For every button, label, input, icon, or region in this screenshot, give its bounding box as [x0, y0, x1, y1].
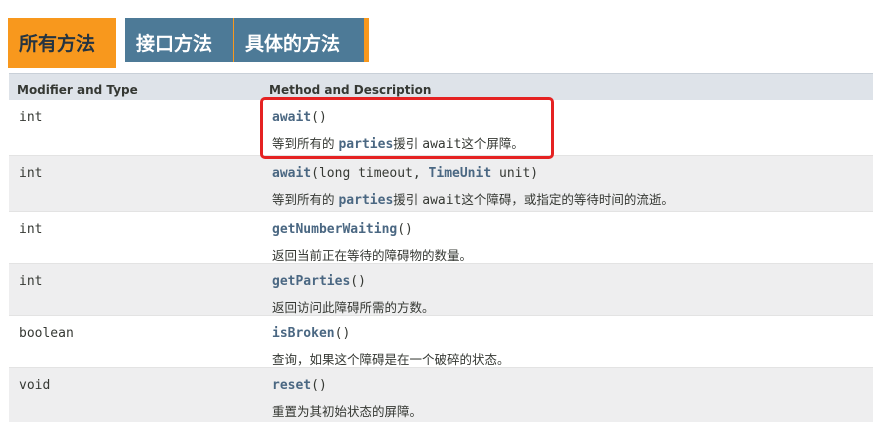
method-params: () [334, 326, 351, 341]
method-params-open: (long timeout, [311, 166, 429, 181]
desc-code-await: await [422, 137, 462, 152]
desc-code-await: await [422, 193, 462, 208]
method-link-getparties[interactable]: getParties [272, 274, 350, 289]
type-link-timeunit[interactable]: TimeUnit [429, 166, 492, 181]
method-params: () [350, 274, 366, 289]
table-row: int getParties() 返回访问此障碍所需的方数。 [9, 264, 873, 316]
modifier-type: int [19, 110, 43, 125]
method-description: 等到所有的 parties援引 await这个屏障。 [272, 133, 524, 152]
method-description: 重置为其初始状态的屏障。 [272, 404, 423, 419]
desc-code-parties: parties [338, 137, 394, 152]
method-description: 返回访问此障碍所需的方数。 [272, 300, 435, 315]
method-signature: await() [272, 110, 327, 125]
tab-concrete-methods[interactable]: 具体的方法 [234, 18, 369, 62]
modifier-type: int [19, 222, 43, 237]
method-params: () [397, 222, 413, 237]
method-description: 查询，如果这个障碍是在一个破碎的状态。 [272, 352, 510, 367]
table-row: int await(long timeout, TimeUnit unit) 等… [9, 156, 873, 212]
modifier-type: int [19, 274, 43, 289]
desc-text: 这个障碍，或指定的等待时间的流逝。 [461, 192, 674, 207]
modifier-type: void [19, 378, 51, 393]
modifier-type: int [19, 166, 43, 181]
method-signature: getParties() [272, 274, 366, 289]
method-params-close: ) [318, 110, 327, 125]
column-header-modifier-type: Modifier and Type [17, 83, 138, 97]
table-row: int await() 等到所有的 parties援引 await这个屏障。 [9, 100, 873, 156]
method-link-getnumberwaiting[interactable]: getNumberWaiting [272, 222, 397, 237]
table-row: void reset() 重置为其初始状态的屏障。 [9, 368, 873, 422]
table-header: Modifier and Type Method and Description [9, 73, 873, 100]
method-description: 等到所有的 parties援引 await这个障碍，或指定的等待时间的流逝。 [272, 189, 674, 208]
desc-text: 等到所有的 [272, 192, 339, 207]
method-params-close: unit) [491, 166, 539, 181]
table-row: boolean isBroken() 查询，如果这个障碍是在一个破碎的状态。 [9, 316, 873, 368]
method-signature: isBroken() [272, 326, 350, 341]
method-description: 返回当前正在等待的障碍物的数量。 [272, 248, 473, 263]
column-header-method-description: Method and Description [269, 83, 432, 97]
desc-text: 这个屏障。 [461, 136, 524, 151]
modifier-type: boolean [19, 326, 74, 341]
method-params-open: ( [311, 110, 319, 125]
method-link-reset[interactable]: reset [272, 378, 311, 393]
method-signature: reset() [272, 378, 327, 393]
desc-text: 援引 [393, 192, 423, 207]
method-link-isbroken[interactable]: isBroken [272, 326, 335, 341]
method-link-await[interactable]: await [272, 110, 311, 125]
tab-interface-methods[interactable]: 接口方法 [125, 18, 238, 62]
desc-text: 援引 [393, 136, 423, 151]
tab-all-methods[interactable]: 所有方法 [8, 18, 116, 68]
method-signature: await(long timeout, TimeUnit unit) [272, 166, 538, 181]
method-params: () [311, 378, 327, 393]
method-link-await-timeout[interactable]: await [272, 166, 311, 181]
desc-code-parties: parties [338, 193, 394, 208]
table-row: int getNumberWaiting() 返回当前正在等待的障碍物的数量。 [9, 212, 873, 264]
desc-text: 等到所有的 [272, 136, 339, 151]
method-signature: getNumberWaiting() [272, 222, 413, 237]
method-summary-table: Modifier and Type Method and Description… [9, 73, 873, 422]
